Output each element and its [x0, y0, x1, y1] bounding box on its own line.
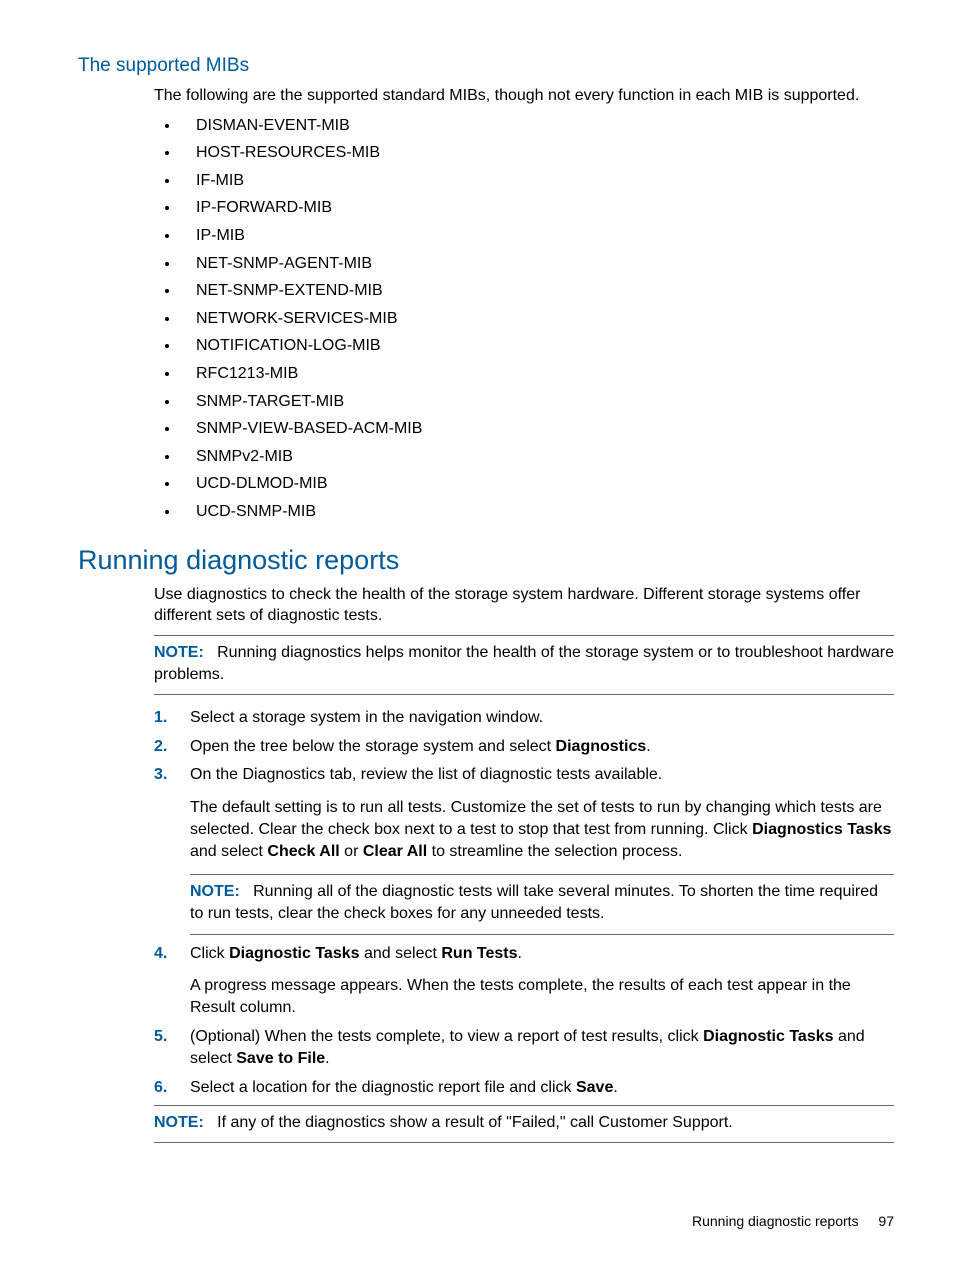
bold-text: Save [576, 1079, 613, 1096]
list-item: IP-FORWARD-MIB [180, 197, 894, 219]
bold-text: Clear All [363, 843, 427, 860]
step-text: . [613, 1079, 617, 1096]
step-text: . [518, 945, 522, 962]
step-text: Select a storage system in the navigatio… [190, 709, 543, 726]
step-3-sub: The default setting is to run all tests.… [190, 797, 894, 864]
footer-title: Running diagnostic reports [692, 1213, 859, 1229]
bold-text: Diagnostic Tasks [229, 945, 359, 962]
step-4: Click Diagnostic Tasks and select Run Te… [154, 943, 894, 1020]
list-item: NET-SNMP-EXTEND-MIB [180, 280, 894, 302]
page-number: 97 [878, 1213, 894, 1229]
heading-running-diagnostics: Running diagnostic reports [78, 545, 894, 576]
list-item: RFC1213-MIB [180, 363, 894, 385]
note-label: NOTE: [190, 883, 240, 900]
page-container: The supported MIBs The following are the… [0, 0, 954, 1271]
intro-diagnostics: Use diagnostics to check the health of t… [154, 584, 894, 627]
list-item: UCD-DLMOD-MIB [180, 473, 894, 495]
step-1: Select a storage system in the navigatio… [154, 707, 894, 729]
steps-list: Select a storage system in the navigatio… [154, 707, 894, 1098]
list-item: SNMPv2-MIB [180, 446, 894, 468]
note-text: Running all of the diagnostic tests will… [190, 883, 878, 922]
note-label: NOTE: [154, 1114, 204, 1131]
step-6: Select a location for the diagnostic rep… [154, 1077, 894, 1099]
mib-list: DISMAN-EVENT-MIB HOST-RESOURCES-MIB IF-M… [154, 115, 894, 523]
step-text: On the Diagnostics tab, review the list … [190, 766, 662, 783]
step-text: . [325, 1050, 329, 1067]
section-supported-mibs-body: The following are the supported standard… [154, 85, 894, 523]
step-text: and select [360, 945, 442, 962]
bold-text: Diagnostic Tasks [703, 1028, 833, 1045]
list-item: NOTIFICATION-LOG-MIB [180, 335, 894, 357]
list-item: HOST-RESOURCES-MIB [180, 142, 894, 164]
step-text: Open the tree below the storage system a… [190, 738, 556, 755]
intro-supported-mibs: The following are the supported standard… [154, 85, 894, 107]
list-item: NETWORK-SERVICES-MIB [180, 308, 894, 330]
list-item: NET-SNMP-AGENT-MIB [180, 253, 894, 275]
note-box-2: NOTE: Running all of the diagnostic test… [190, 874, 894, 935]
bold-text: Diagnostics [556, 738, 647, 755]
note-label: NOTE: [154, 644, 204, 661]
section-diagnostics-body: Use diagnostics to check the health of t… [154, 584, 894, 1144]
list-item: IP-MIB [180, 225, 894, 247]
step-2: Open the tree below the storage system a… [154, 736, 894, 758]
bold-text: Run Tests [441, 945, 517, 962]
step-text: Select a location for the diagnostic rep… [190, 1079, 576, 1096]
list-item: IF-MIB [180, 170, 894, 192]
list-item: UCD-SNMP-MIB [180, 501, 894, 523]
note-box-1: NOTE: Running diagnostics helps monitor … [154, 635, 894, 696]
step-4-sub: A progress message appears. When the tes… [190, 975, 894, 1020]
list-item: SNMP-TARGET-MIB [180, 391, 894, 413]
bold-text: Save to File [236, 1050, 325, 1067]
list-item: SNMP-VIEW-BASED-ACM-MIB [180, 418, 894, 440]
step-text: or [340, 843, 363, 860]
note-box-3: NOTE: If any of the diagnostics show a r… [154, 1105, 894, 1143]
step-text: and select [190, 843, 267, 860]
step-text: . [646, 738, 650, 755]
step-text: Click [190, 945, 229, 962]
step-3: On the Diagnostics tab, review the list … [154, 764, 894, 934]
note-text: Running diagnostics helps monitor the he… [154, 644, 894, 683]
step-text: (Optional) When the tests complete, to v… [190, 1028, 703, 1045]
bold-text: Check All [267, 843, 339, 860]
list-item: DISMAN-EVENT-MIB [180, 115, 894, 137]
page-footer: Running diagnostic reports 97 [692, 1213, 894, 1229]
note-text: If any of the diagnostics show a result … [217, 1114, 733, 1131]
step-5: (Optional) When the tests complete, to v… [154, 1026, 894, 1071]
bold-text: Diagnostics Tasks [752, 821, 891, 838]
step-text: to streamline the selection process. [427, 843, 682, 860]
heading-supported-mibs: The supported MIBs [78, 55, 894, 77]
